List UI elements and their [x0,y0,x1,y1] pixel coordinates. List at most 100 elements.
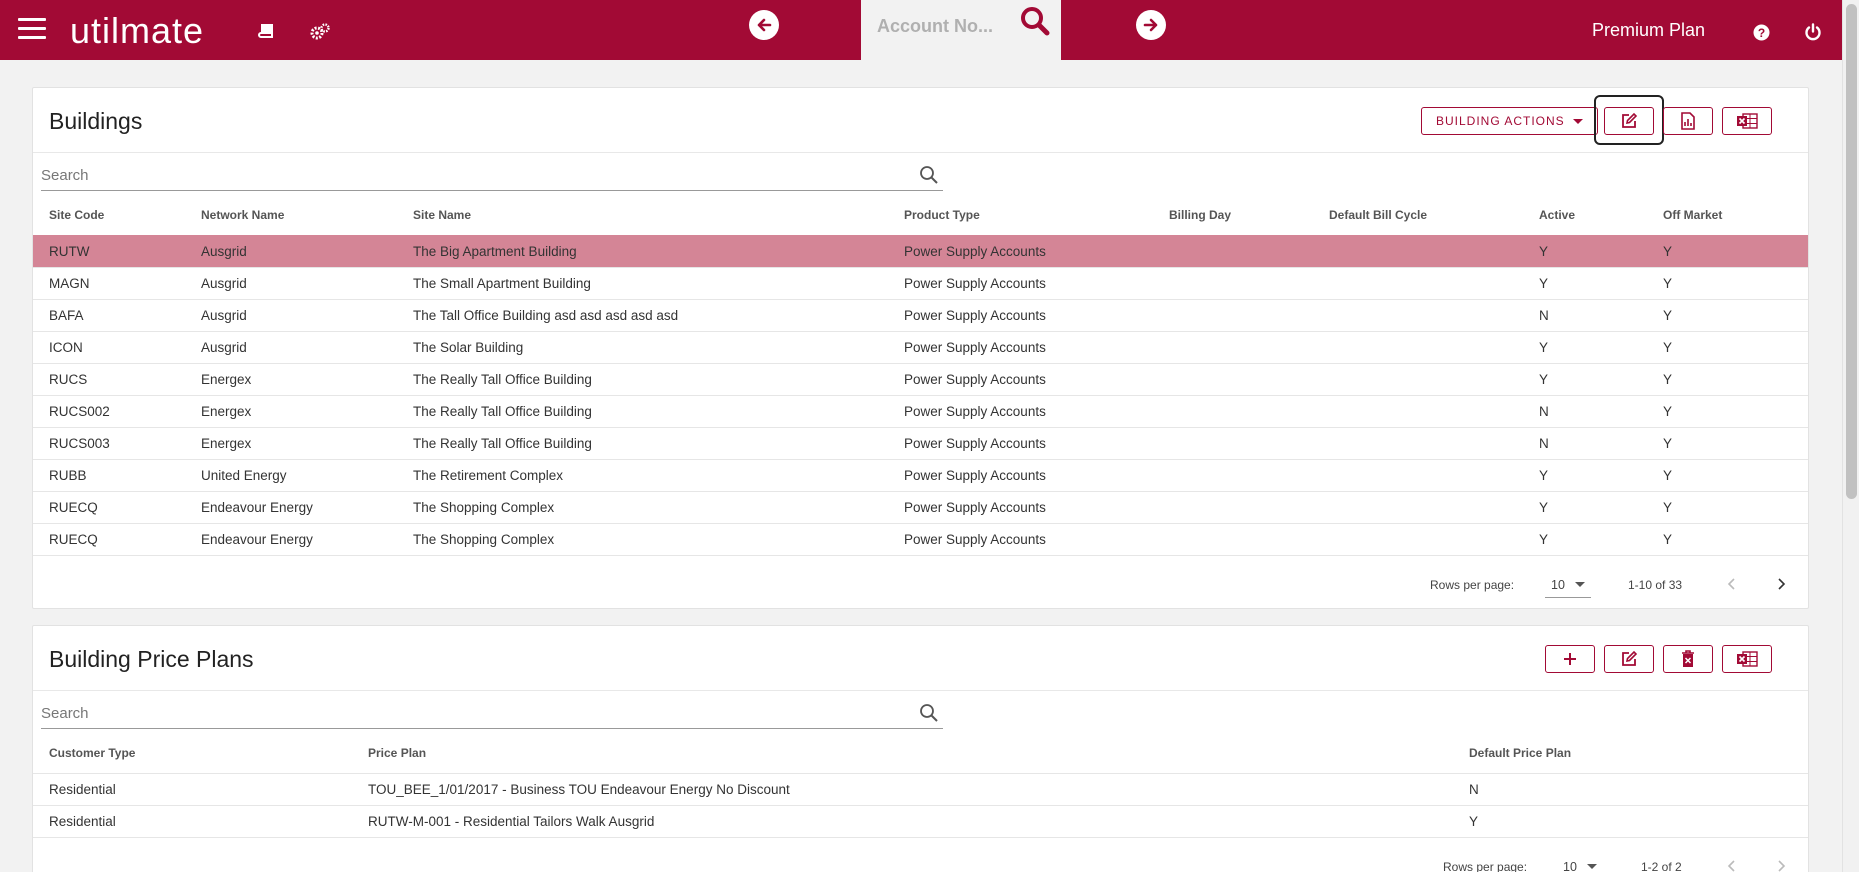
scrollbar-thumb[interactable] [1846,4,1857,499]
table-row[interactable]: RUCS Energex The Really Tall Office Buildi… [33,362,1808,395]
table-cell: N [1453,772,1808,805]
column-header[interactable]: Off Market [1647,195,1808,235]
menu-icon[interactable] [18,18,46,40]
column-header[interactable]: Site Name [397,195,888,235]
svg-text:?: ? [1757,26,1764,40]
price-plans-pagination: Rows per page: 10 1-2 of 2 [33,837,1808,872]
account-number-input[interactable] [877,12,1007,40]
table-row[interactable]: RUBB United Energy The Retirement Complex P… [33,458,1808,491]
price-plans-search-row [33,691,1808,733]
column-header[interactable]: Active [1523,195,1647,235]
table-cell [1313,458,1523,491]
buildings-panel: Buildings BUILDING ACTIONS Site Code [32,87,1809,609]
table-cell: Y [1453,804,1808,837]
table-cell: RUCS [33,362,185,395]
next-page-button[interactable] [1771,856,1791,872]
table-cell [1153,522,1313,555]
rows-per-page-label: Rows per page: [1443,860,1528,872]
previous-page-button[interactable] [1722,574,1742,594]
table-cell: RUTW-M-001 - Residential Tailors Walk Au… [352,804,1453,837]
buildings-header: Buildings BUILDING ACTIONS [33,88,1808,153]
table-row-selected[interactable]: RUTW Ausgrid The Big Apartment Building Pow… [33,234,1808,267]
table-row[interactable]: MAGN Ausgrid The Small Apartment Building P… [33,266,1808,299]
rows-per-page-select[interactable]: 10 [1545,572,1591,598]
previous-page-button[interactable] [1722,856,1742,872]
table-cell: BAFA [33,298,185,331]
table-cell: N [1523,298,1647,331]
table-header-row: Customer Type Price Plan Default Price P… [33,733,1808,773]
table-cell: Power Supply Accounts [888,394,1153,427]
export-excel-button[interactable] [1722,107,1772,135]
table-cell: The Tall Office Building asd asd asd asd… [397,298,888,331]
search-icon[interactable] [919,165,939,185]
edit-building-button[interactable] [1604,107,1654,135]
search-input[interactable] [41,161,901,189]
rows-per-page-value: 10 [1563,859,1577,872]
delete-icon [1682,650,1694,667]
table-row[interactable]: BAFA Ausgrid The Tall Office Building asd … [33,298,1808,331]
table-cell: Residential [33,804,352,837]
table-cell: Y [1647,490,1808,523]
rows-per-page-value: 10 [1551,577,1565,592]
top-bar: utilmate Premium Plan ? [0,0,1842,60]
column-header[interactable]: Product Type [888,195,1153,235]
table-row[interactable]: ICON Ausgrid The Solar Building Power Suppl… [33,330,1808,363]
table-row[interactable]: RUECQ Endeavour Energy The Shopping Comple… [33,490,1808,523]
table-cell: Energex [185,394,397,427]
gears-icon[interactable] [308,20,332,44]
table-header-row: Site Code Network Name Site Name Product… [33,195,1808,235]
app-logo[interactable]: utilmate [70,10,204,52]
table-cell [1153,266,1313,299]
next-page-button[interactable] [1771,574,1791,594]
table-cell: Energex [185,362,397,395]
table-cell: Power Supply Accounts [888,234,1153,267]
table-row[interactable]: RUECQ Endeavour Energy The Shopping Comple… [33,522,1808,555]
arrow-left-icon[interactable] [749,10,779,40]
search-icon[interactable] [919,703,939,723]
table-cell: Residential [33,772,352,805]
table-row[interactable]: Residential RUTW-M-001 - Residential Tai… [33,804,1808,837]
column-header[interactable]: Price Plan [352,733,1453,773]
column-header[interactable]: Default Price Plan [1453,733,1808,773]
rows-per-page-select[interactable]: 10 [1557,854,1603,872]
table-row[interactable]: RUCS003 Energex The Really Tall Office Bui… [33,426,1808,459]
table-cell: United Energy [185,458,397,491]
table-cell: Power Supply Accounts [888,522,1153,555]
table-cell [1313,394,1523,427]
column-header[interactable]: Network Name [185,195,397,235]
page-title: Buildings [49,108,143,134]
book-icon[interactable] [254,20,278,44]
table-cell: The Really Tall Office Building [397,362,888,395]
table-cell: Power Supply Accounts [888,426,1153,459]
chevron-right-icon [1778,578,1786,590]
table-row[interactable]: Residential TOU_BEE_1/01/2017 - Business… [33,772,1808,805]
column-header[interactable]: Site Code [33,195,185,235]
report-button[interactable] [1663,107,1713,135]
power-icon[interactable] [1801,20,1825,44]
delete-price-plan-button[interactable] [1663,645,1713,673]
page-scrollbar[interactable] [1842,0,1859,872]
column-header[interactable]: Customer Type [33,733,352,773]
edit-price-plan-button[interactable] [1604,645,1654,673]
table-cell: Power Supply Accounts [888,330,1153,363]
table-cell [1313,362,1523,395]
table-cell: TOU_BEE_1/01/2017 - Business TOU Endeavo… [352,772,1453,805]
table-row[interactable]: RUCS002 Energex The Really Tall Office Bui… [33,394,1808,427]
search-input[interactable] [41,699,901,727]
table-cell [1153,234,1313,267]
help-icon[interactable]: ? [1749,20,1773,44]
table-cell [1153,394,1313,427]
export-excel-button[interactable] [1722,645,1772,673]
arrow-right-icon[interactable] [1136,10,1166,40]
column-header[interactable]: Default Bill Cycle [1313,195,1523,235]
buildings-search-row [33,153,1808,195]
table-cell [1153,330,1313,363]
building-actions-button[interactable]: BUILDING ACTIONS [1421,107,1598,135]
table-cell: Y [1523,362,1647,395]
add-price-plan-button[interactable] [1545,645,1595,673]
table-cell: ICON [33,330,185,363]
table-cell: RUECQ [33,522,185,555]
search-icon[interactable] [1018,4,1054,40]
column-header[interactable]: Billing Day [1153,195,1313,235]
rows-per-page-label: Rows per page: [1430,578,1515,592]
